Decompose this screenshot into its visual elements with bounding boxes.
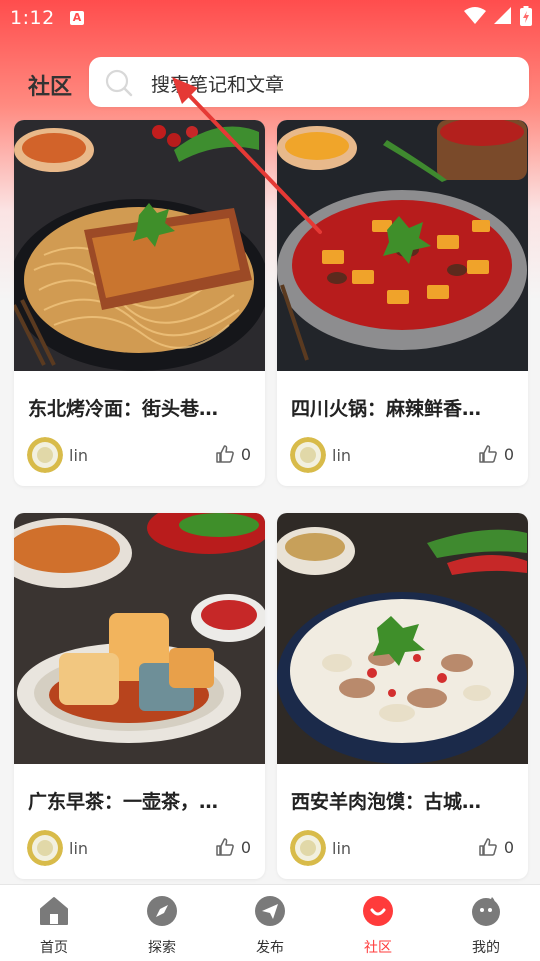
post-author[interactable]: lin xyxy=(290,830,351,866)
like-count: 0 xyxy=(503,444,514,464)
status-time: 1:12 xyxy=(10,7,55,29)
post-author[interactable]: lin xyxy=(290,437,351,473)
compass-icon xyxy=(147,896,177,926)
post-card[interactable]: 广东早茶：一壶茶，… lin 0 xyxy=(14,513,265,879)
nav-item-community[interactable]: 社区 xyxy=(338,895,418,957)
post-author[interactable]: lin xyxy=(27,830,88,866)
post-title: 四川火锅：麻辣鲜香… xyxy=(291,398,482,420)
post-title: 东北烤冷面：街头巷… xyxy=(28,398,219,420)
nav-label-community: 社区 xyxy=(364,940,392,956)
status-bar: 1:12 A xyxy=(0,0,540,38)
wifi-icon xyxy=(464,7,486,24)
nav-item-home[interactable]: 首页 xyxy=(14,895,94,957)
notification-app-icon: A xyxy=(70,11,84,25)
like-count: 0 xyxy=(240,444,251,464)
search-input[interactable]: 搜索笔记和文章 xyxy=(151,70,284,97)
thumbs-up-icon xyxy=(216,445,234,463)
avatar xyxy=(290,830,326,866)
post-author[interactable]: lin xyxy=(27,437,88,473)
post-card[interactable]: 西安羊肉泡馍：古城… lin 0 xyxy=(277,513,528,879)
like-count: 0 xyxy=(503,837,514,857)
author-name: lin xyxy=(332,445,352,465)
nav-item-publish[interactable]: 发布 xyxy=(230,895,310,957)
thumbs-up-icon xyxy=(216,838,234,856)
send-icon xyxy=(255,896,285,926)
post-thumbnail xyxy=(14,120,265,371)
page-title: 社区 xyxy=(28,75,73,100)
author-name: lin xyxy=(332,838,352,858)
like-button[interactable]: 0 xyxy=(478,837,514,857)
like-button[interactable]: 0 xyxy=(215,837,251,857)
signal-icon xyxy=(494,7,511,24)
like-count: 0 xyxy=(240,837,251,857)
community-header: 社区 搜索笔记和文章 xyxy=(0,57,540,107)
home-icon xyxy=(40,897,68,925)
author-name: lin xyxy=(69,445,89,465)
nav-label-explore: 探索 xyxy=(148,940,176,956)
like-button[interactable]: 0 xyxy=(478,444,514,464)
search-icon xyxy=(105,69,133,97)
post-thumbnail xyxy=(14,513,265,764)
avatar xyxy=(290,437,326,473)
author-name: lin xyxy=(69,838,89,858)
avatar xyxy=(27,830,63,866)
profile-icon xyxy=(472,897,500,926)
nav-item-explore[interactable]: 探索 xyxy=(122,895,202,957)
post-title: 西安羊肉泡馍：古城… xyxy=(291,791,482,813)
thumbs-up-icon xyxy=(479,445,497,463)
community-icon xyxy=(363,896,393,926)
nav-label-profile: 我的 xyxy=(472,940,500,956)
post-card[interactable]: 东北烤冷面：街头巷… lin 0 xyxy=(14,120,265,486)
thumbs-up-icon xyxy=(479,838,497,856)
post-card[interactable]: 四川火锅：麻辣鲜香… lin 0 xyxy=(277,120,528,486)
battery-icon xyxy=(520,6,532,26)
bottom-navigation: 首页 探索 发布 社区 我的 xyxy=(0,884,540,961)
post-title: 广东早茶：一壶茶，… xyxy=(28,791,219,813)
nav-label-publish: 发布 xyxy=(256,940,284,956)
post-thumbnail xyxy=(277,120,528,371)
nav-item-profile[interactable]: 我的 xyxy=(446,895,526,957)
avatar xyxy=(27,437,63,473)
post-thumbnail xyxy=(277,513,528,764)
search-bar[interactable]: 搜索笔记和文章 xyxy=(89,57,529,107)
nav-label-home: 首页 xyxy=(40,940,68,956)
like-button[interactable]: 0 xyxy=(215,444,251,464)
